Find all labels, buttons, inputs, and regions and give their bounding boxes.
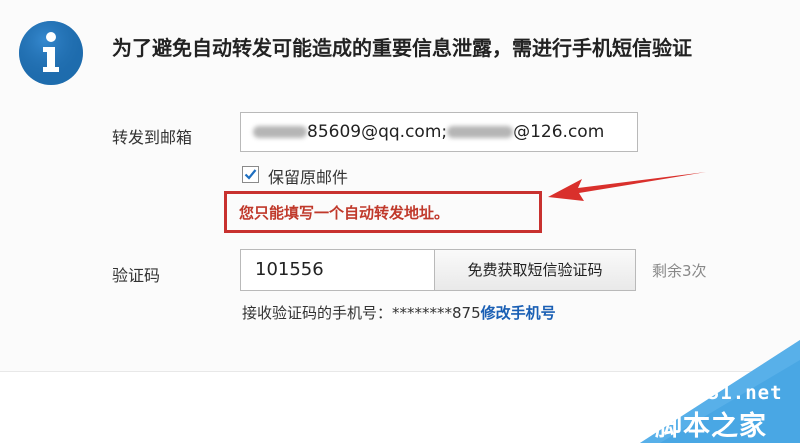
email-value-part1: 85609@qq.com;: [307, 122, 448, 142]
checkmark-icon: [244, 169, 257, 180]
watermark-name: 脚本之家: [655, 411, 767, 442]
redacted-text: [253, 126, 307, 138]
warning-highlight-box: 您只能填写一个自动转发地址。: [224, 191, 542, 233]
forwarding-dialog: 为了避免自动转发可能造成的重要信息泄露，需进行手机短信验证 转发到邮箱 8560…: [0, 0, 800, 372]
verification-code-input[interactable]: 101556: [240, 249, 436, 291]
email-field-label: 转发到邮箱: [112, 128, 193, 147]
remaining-attempts: 剩余3次: [652, 262, 707, 280]
code-field-label: 验证码: [112, 266, 161, 285]
info-icon: [19, 21, 83, 85]
forward-email-input[interactable]: 85609@qq.com; @126.com: [240, 112, 638, 152]
email-value-part2: @126.com: [513, 122, 605, 142]
redacted-text: [447, 126, 514, 138]
keep-original-label: 保留原邮件: [268, 168, 349, 187]
phone-number-info: 接收验证码的手机号：********875修改手机号: [242, 302, 556, 323]
keep-original-checkbox[interactable]: [242, 166, 259, 183]
warning-message: 您只能填写一个自动转发地址。: [239, 204, 450, 222]
phone-number-text: 接收验证码的手机号：********875: [242, 304, 481, 322]
verification-message: 为了避免自动转发可能造成的重要信息泄露，需进行手机短信验证: [112, 36, 692, 60]
change-phone-link[interactable]: 修改手机号: [481, 304, 556, 322]
annotation-arrow-icon: [548, 172, 706, 201]
get-sms-code-button[interactable]: 免费获取短信验证码: [434, 249, 636, 291]
watermark-site: jb51.net: [683, 382, 783, 404]
